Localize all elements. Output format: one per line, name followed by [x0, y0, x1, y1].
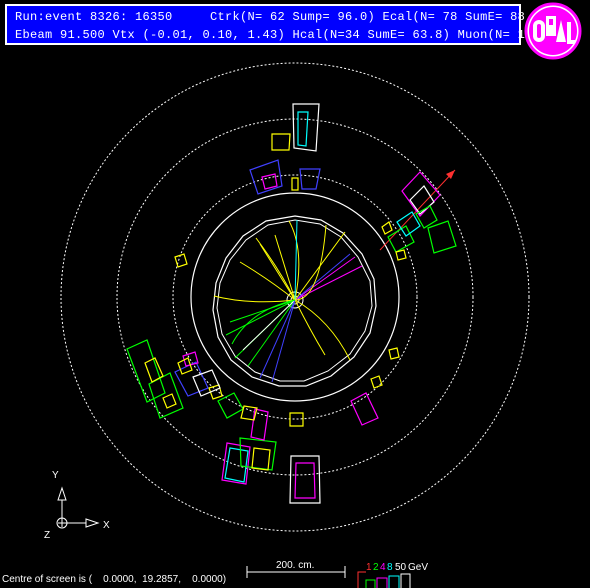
legend-value-4: 4 [380, 562, 386, 573]
legend-value-50: 50 [395, 562, 407, 573]
event-display [56, 62, 530, 588]
legend-value-1: 1 [366, 562, 372, 573]
axis-gizmo [56, 486, 100, 529]
event-info-line-1: Run:event 8326: 16350 Ctrk(N= 62 Sump= 9… [15, 10, 548, 24]
legend-unit: GeV [408, 562, 429, 573]
axis-label-z: Z [44, 530, 51, 541]
energy-legend-bars [357, 571, 411, 588]
axis-label-x: X [103, 520, 110, 531]
event-info-header: Run:event 8326: 16350 Ctrk(N= 62 Sump= 9… [5, 4, 547, 45]
axis-label-y: Y [52, 470, 59, 481]
legend-value-8: 8 [387, 562, 393, 573]
scale-label: 200. cm. [276, 560, 315, 571]
screen-centre-readout: Centre of screen is ( 0.0000, 19.2857, 0… [2, 574, 227, 585]
legend-value-2: 2 [373, 562, 379, 573]
opal-logo [524, 2, 582, 60]
event-info-line-2: Ebeam 91.500 Vtx (-0.01, 0.10, 1.43) Hca… [15, 28, 533, 42]
